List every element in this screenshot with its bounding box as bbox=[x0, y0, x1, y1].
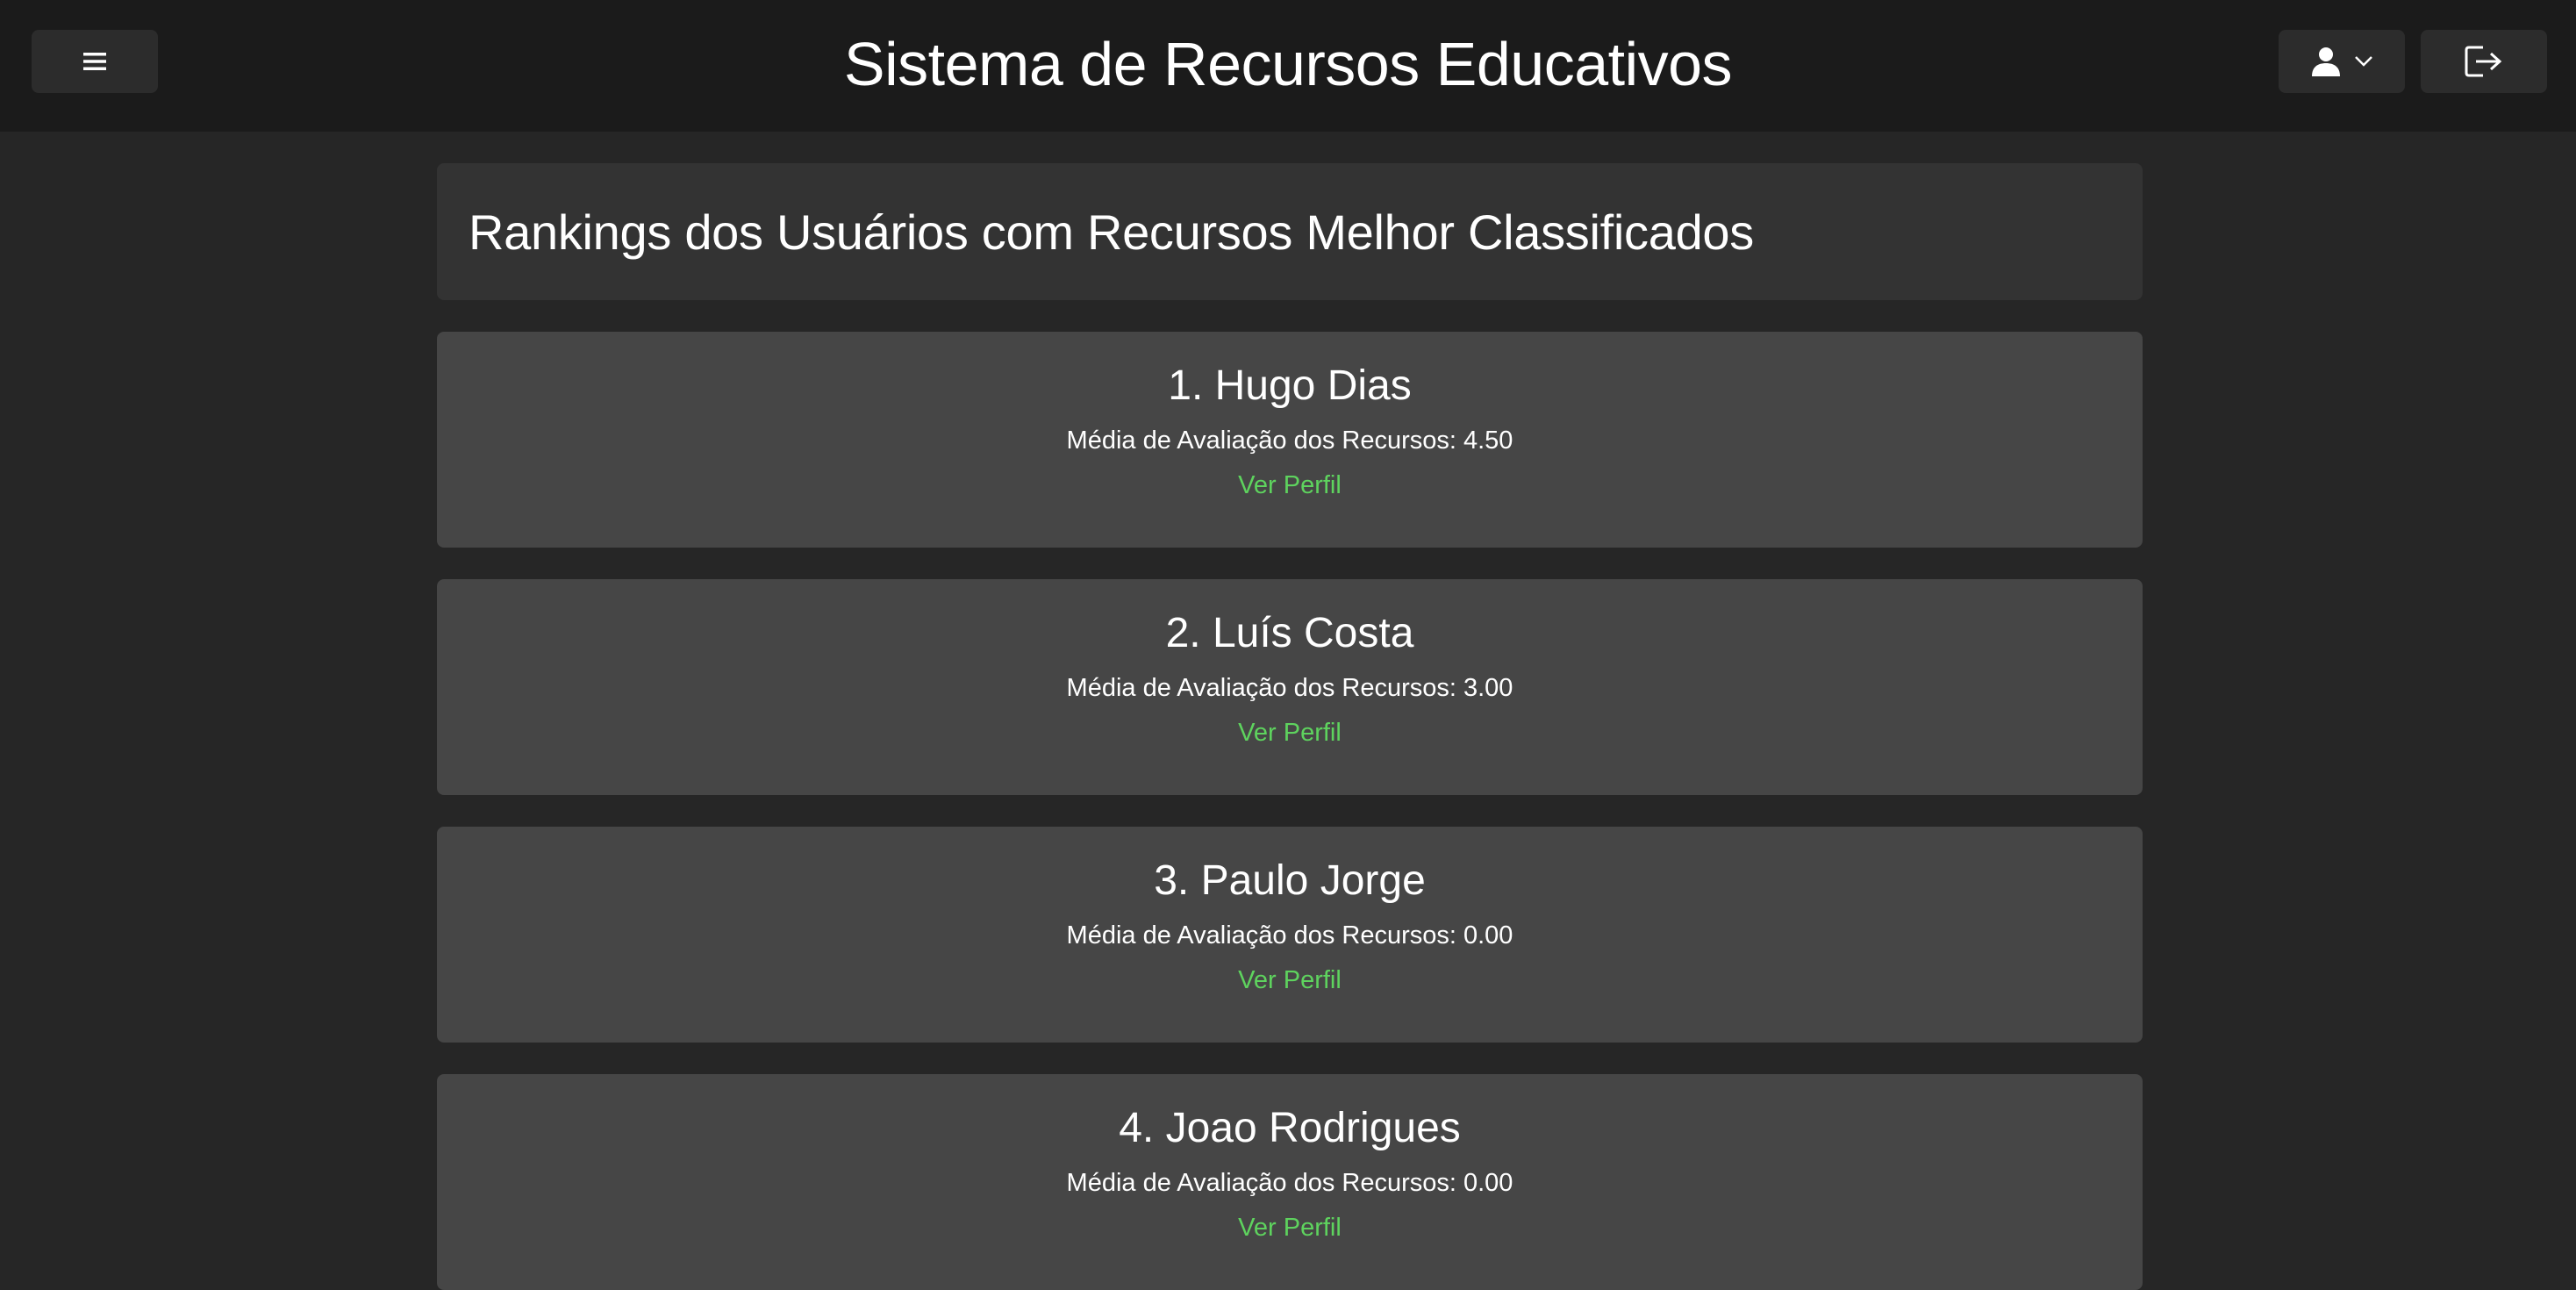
ranking-user-name: 1. Hugo Dias bbox=[1168, 362, 1412, 409]
app-title: Sistema de Recursos Educativos bbox=[843, 30, 1733, 98]
ranking-card: 4. Joao Rodrigues Média de Avaliação dos… bbox=[437, 1074, 2143, 1290]
main-content: Rankings dos Usuários com Recursos Melho… bbox=[437, 163, 2143, 1290]
ranking-average-score: Média de Avaliação dos Recursos: 0.00 bbox=[1066, 921, 1513, 950]
ranking-average-score: Média de Avaliação dos Recursos: 4.50 bbox=[1066, 426, 1513, 455]
view-profile-link[interactable]: Ver Perfil bbox=[1238, 718, 1342, 749]
logout-button[interactable] bbox=[2421, 30, 2547, 93]
page-title: Rankings dos Usuários com Recursos Melho… bbox=[469, 204, 1754, 260]
ranking-user-name: 4. Joao Rodrigues bbox=[1119, 1105, 1461, 1151]
chevron-down-icon bbox=[2355, 56, 2372, 67]
ranking-card: 2. Luís Costa Média de Avaliação dos Rec… bbox=[437, 579, 2143, 795]
ranking-card: 3. Paulo Jorge Média de Avaliação dos Re… bbox=[437, 827, 2143, 1043]
logout-icon bbox=[2465, 46, 2502, 77]
ranking-user-name: 3. Paulo Jorge bbox=[1154, 857, 1426, 904]
ranking-average-score: Média de Avaliação dos Recursos: 3.00 bbox=[1066, 673, 1513, 702]
ranking-card: 1. Hugo Dias Média de Avaliação dos Recu… bbox=[437, 332, 2143, 548]
view-profile-link[interactable]: Ver Perfil bbox=[1238, 1213, 1342, 1243]
view-profile-link[interactable]: Ver Perfil bbox=[1238, 965, 1342, 996]
user-icon bbox=[2312, 47, 2340, 76]
user-menu-button[interactable] bbox=[2279, 30, 2405, 93]
top-navbar: Sistema de Recursos Educativos bbox=[0, 0, 2576, 132]
ranking-user-name: 2. Luís Costa bbox=[1165, 610, 1414, 656]
hamburger-icon bbox=[83, 53, 106, 70]
page-header-card: Rankings dos Usuários com Recursos Melho… bbox=[437, 163, 2143, 300]
view-profile-link[interactable]: Ver Perfil bbox=[1238, 470, 1342, 501]
ranking-average-score: Média de Avaliação dos Recursos: 0.00 bbox=[1066, 1168, 1513, 1197]
menu-button[interactable] bbox=[32, 30, 158, 93]
